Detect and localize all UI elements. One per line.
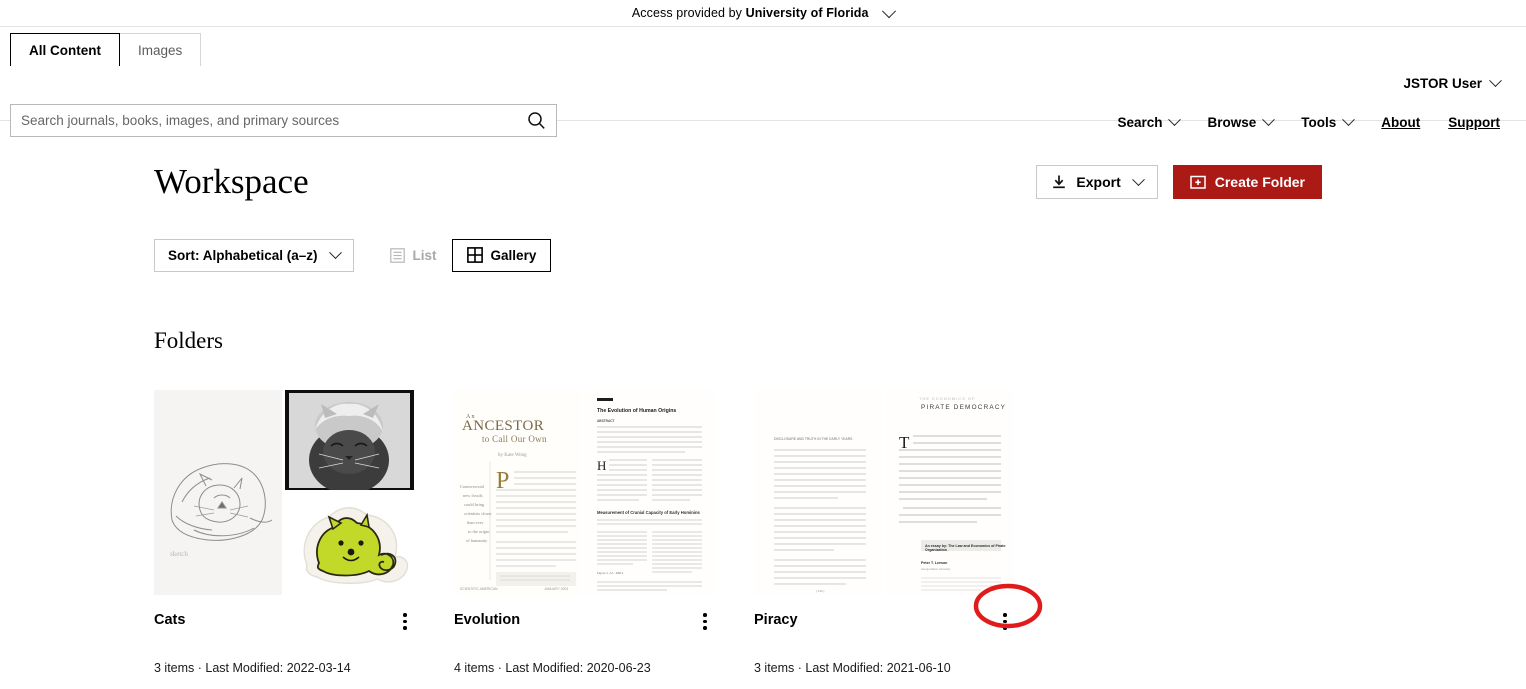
svg-text:The Evolution of Human Origins: The Evolution of Human Origins bbox=[597, 408, 676, 414]
gallery-view-icon bbox=[466, 247, 483, 263]
new-folder-icon bbox=[1190, 176, 1206, 189]
access-provided-by[interactable]: Access provided by University of Florida bbox=[631, 3, 897, 20]
view-toggle-gallery[interactable]: Gallery bbox=[451, 238, 552, 272]
workspace-toolbar: Sort: Alphabetical (a–z) List Gallery bbox=[154, 238, 1322, 272]
svg-text:by Kate Wong: by Kate Wong bbox=[498, 453, 527, 458]
folder-meta-separator: · bbox=[794, 660, 806, 675]
kebab-menu-icon[interactable] bbox=[393, 610, 417, 634]
search-bar bbox=[10, 104, 557, 137]
chevron-down-icon bbox=[1131, 173, 1145, 186]
svg-text:T: T bbox=[899, 433, 910, 452]
main-content: Workspace Export Create Folder Sort: Alp… bbox=[0, 121, 1526, 675]
svg-text:to Call Our Own: to Call Our Own bbox=[482, 434, 547, 444]
search-icon bbox=[527, 112, 545, 129]
folder-metadata: 3 items · Last Modified: 2022-03-14 bbox=[154, 661, 414, 675]
access-prefix: Access provided by bbox=[631, 6, 746, 20]
svg-text:sketch: sketch bbox=[170, 550, 188, 558]
search-scope-tabs: All Content Images bbox=[10, 33, 202, 66]
folder-last-modified: Last Modified: 2020-06-23 bbox=[505, 660, 651, 675]
download-icon bbox=[1053, 175, 1066, 189]
sort-dropdown[interactable]: Sort: Alphabetical (a–z) bbox=[154, 238, 354, 272]
folder-thumbnail-collage[interactable]: sketch bbox=[154, 389, 414, 595]
folder-item-count: 4 items bbox=[454, 660, 495, 675]
page-actions: Export Create Folder bbox=[1036, 165, 1322, 200]
thumbnail-image: sketch bbox=[154, 389, 282, 595]
folder-metadata: 4 items · Last Modified: 2020-06-23 bbox=[454, 661, 714, 675]
svg-text:of humanity: of humanity bbox=[466, 538, 488, 543]
list-view-icon bbox=[389, 247, 405, 263]
folder-header-row: Cats bbox=[154, 612, 414, 634]
folder-name[interactable]: Evolution bbox=[454, 612, 520, 629]
view-toggle-list-label: List bbox=[412, 247, 437, 263]
chevron-down-icon[interactable] bbox=[882, 3, 897, 18]
svg-text:Controversial: Controversial bbox=[460, 484, 485, 489]
thumbnail-page: A n ANCESTOR to Call Our Own by Kate Won… bbox=[454, 389, 582, 595]
folder-name[interactable]: Piracy bbox=[754, 612, 798, 629]
svg-text:George Mason University: George Mason University bbox=[921, 567, 951, 571]
svg-text:H: H bbox=[597, 458, 606, 473]
chevron-down-icon bbox=[328, 245, 342, 259]
thumbnail-image bbox=[285, 389, 414, 490]
svg-text:Peter T. Leeson: Peter T. Leeson bbox=[921, 561, 947, 565]
svg-text:Organization: Organization bbox=[925, 548, 947, 552]
folder-card[interactable]: sketch Cats 3 items · Last Modified: 202… bbox=[154, 389, 414, 675]
folder-last-modified: Last Modified: 2021-06-10 bbox=[805, 660, 951, 675]
svg-text:ANCESTOR: ANCESTOR bbox=[462, 418, 544, 434]
svg-text:SCIENTIFIC AMERICAN: SCIENTIFIC AMERICAN bbox=[460, 587, 498, 591]
svg-text:scientists closer: scientists closer bbox=[464, 511, 492, 516]
folder-last-modified: Last Modified: 2022-03-14 bbox=[205, 660, 351, 675]
svg-text:Figure 1. A.L. 288-1: Figure 1. A.L. 288-1 bbox=[597, 571, 624, 575]
folder-card[interactable]: A n ANCESTOR to Call Our Own by Kate Won… bbox=[454, 389, 714, 675]
svg-text:to the origin: to the origin bbox=[468, 529, 490, 534]
folder-header-row: Evolution bbox=[454, 612, 714, 634]
folder-header-row: Piracy bbox=[754, 612, 1014, 634]
folders-section-heading: Folders bbox=[154, 327, 223, 353]
svg-text:JANUARY 2003: JANUARY 2003 bbox=[544, 587, 568, 591]
folder-thumbnail-collage[interactable]: DISCLOSURE AND TRUTH IN THE EARLY YEARS bbox=[754, 389, 1014, 595]
thumbnail-page: THE ECONOMICS OF PIRATE DEMOCRACY T An e… bbox=[885, 389, 1014, 595]
page-title: Workspace bbox=[154, 162, 309, 201]
folder-metadata: 3 items · Last Modified: 2021-06-10 bbox=[754, 661, 1014, 675]
view-toggle-list[interactable]: List bbox=[374, 238, 452, 272]
thumbnail-image bbox=[285, 492, 414, 595]
folder-meta-separator: · bbox=[194, 660, 206, 675]
svg-text:than ever: than ever bbox=[467, 520, 484, 525]
folder-name[interactable]: Cats bbox=[154, 612, 185, 629]
svg-text:new fossils: new fossils bbox=[463, 493, 483, 498]
svg-text:THE ECONOMICS OF: THE ECONOMICS OF bbox=[919, 396, 975, 401]
create-folder-button-label: Create Folder bbox=[1214, 174, 1305, 191]
folder-meta-separator: · bbox=[494, 660, 506, 675]
folder-card[interactable]: DISCLOSURE AND TRUTH IN THE EARLY YEARS bbox=[754, 389, 1014, 675]
user-menu[interactable]: JSTOR User bbox=[1403, 74, 1502, 91]
kebab-menu-icon[interactable] bbox=[993, 610, 1017, 634]
kebab-menu-icon[interactable] bbox=[693, 610, 717, 634]
view-toggle-gallery-label: Gallery bbox=[490, 247, 537, 263]
folder-thumbnail-collage[interactable]: A n ANCESTOR to Call Our Own by Kate Won… bbox=[454, 389, 714, 595]
export-button[interactable]: Export bbox=[1036, 165, 1158, 200]
create-folder-button[interactable]: Create Folder bbox=[1172, 165, 1322, 200]
sort-dropdown-label: Sort: Alphabetical (a–z) bbox=[168, 247, 318, 263]
chevron-down-icon bbox=[1489, 74, 1502, 88]
folder-item-count: 3 items bbox=[154, 660, 195, 675]
export-button-label: Export bbox=[1076, 174, 1121, 191]
svg-text:DISCLOSURE AND TRUTH IN THE EA: DISCLOSURE AND TRUTH IN THE EARLY YEARS bbox=[774, 437, 853, 441]
thumbnail-page: The Evolution of Human Origins ABSTRACT … bbox=[585, 389, 714, 595]
access-institution: University of Florida bbox=[745, 6, 869, 20]
svg-text:could bring: could bring bbox=[464, 502, 485, 507]
view-toggle: List Gallery bbox=[374, 238, 552, 272]
svg-text:ABSTRACT: ABSTRACT bbox=[597, 419, 615, 423]
site-header: All Content Images JSTOR User Search Bro… bbox=[0, 27, 1526, 137]
svg-text:[ 140 ]: [ 140 ] bbox=[816, 589, 825, 593]
svg-text:PIRATE DEMOCRACY: PIRATE DEMOCRACY bbox=[921, 404, 1006, 411]
search-button[interactable] bbox=[516, 105, 556, 136]
tab-all-content[interactable]: All Content bbox=[10, 33, 120, 66]
thumbnail-page: DISCLOSURE AND TRUTH IN THE EARLY YEARS bbox=[754, 389, 882, 595]
user-menu-label: JSTOR User bbox=[1403, 76, 1482, 91]
access-bar: Access provided by University of Florida bbox=[0, 0, 1526, 27]
folder-grid: sketch Cats 3 items · Last Modified: 202… bbox=[154, 389, 1322, 675]
tab-images[interactable]: Images bbox=[119, 33, 202, 66]
folder-item-count: 3 items bbox=[754, 660, 795, 675]
search-input[interactable] bbox=[11, 105, 516, 136]
svg-text:Measurement of Cranial Capacit: Measurement of Cranial Capacity of Early… bbox=[597, 510, 701, 515]
